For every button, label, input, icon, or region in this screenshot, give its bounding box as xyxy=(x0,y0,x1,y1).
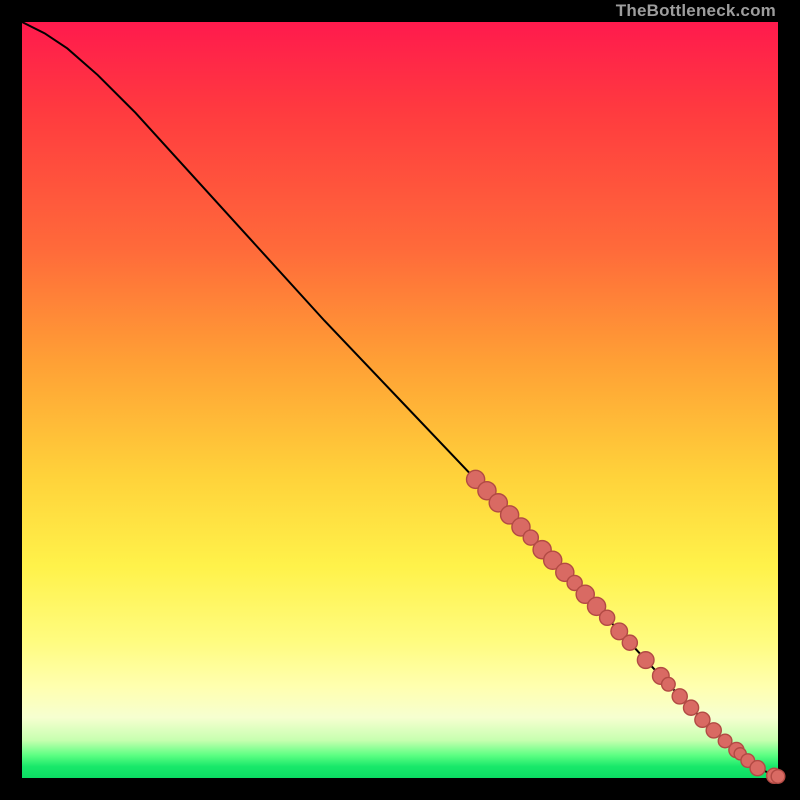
chart-overlay xyxy=(22,22,778,778)
chart-stage: TheBottleneck.com xyxy=(0,0,800,800)
watermark-text: TheBottleneck.com xyxy=(616,0,776,22)
data-points-group xyxy=(467,470,785,783)
bottleneck-curve xyxy=(22,22,778,776)
